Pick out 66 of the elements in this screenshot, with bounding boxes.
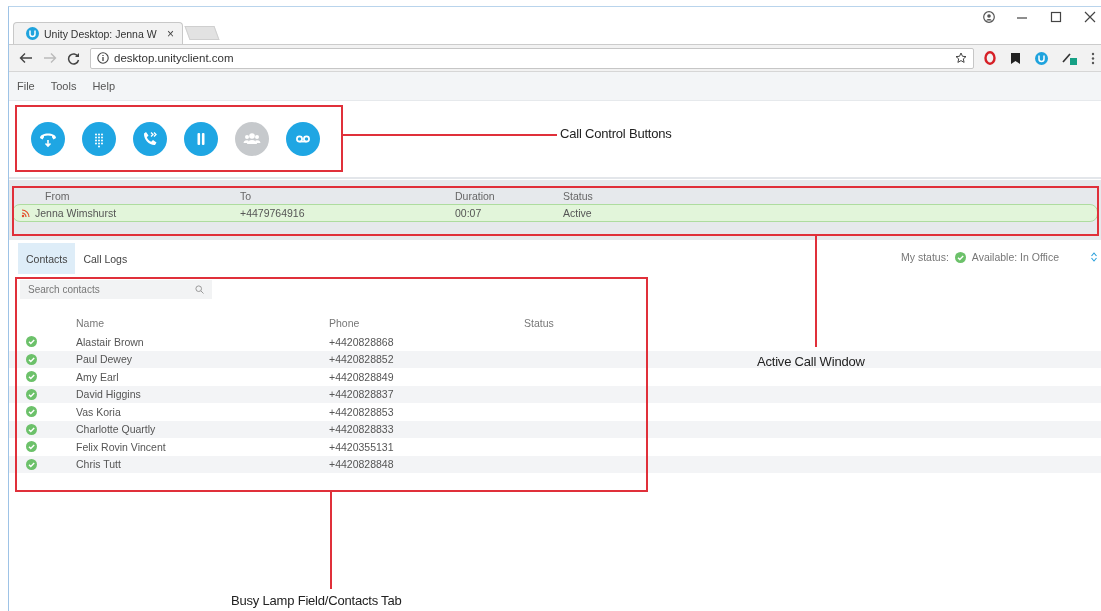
column-header: Status: [524, 317, 554, 329]
contact-phone: +4420828848: [329, 458, 394, 471]
star-icon[interactable]: [955, 52, 967, 64]
unity-extension-icon[interactable]: [1035, 51, 1048, 65]
profile-icon[interactable]: [983, 11, 995, 23]
column-header: Status: [563, 190, 594, 202]
contact-phone: +4420828833: [329, 423, 394, 436]
tab-close-button[interactable]: ×: [167, 26, 174, 41]
contact-name[interactable]: Vas Koria: [76, 405, 121, 418]
column-header: To: [240, 190, 253, 202]
menu-item[interactable]: Tools: [50, 80, 77, 92]
contact-name[interactable]: David Higgins: [76, 388, 141, 401]
menu-item[interactable]: Help: [92, 80, 116, 92]
contact-phone: +4420828868: [329, 335, 394, 348]
contact-phone: +4420828837: [329, 388, 394, 401]
column-header: Name: [76, 317, 104, 329]
contact-name[interactable]: Chris Tutt: [76, 458, 121, 471]
annotation-label: Call Control Buttons: [560, 126, 672, 141]
search-field[interactable]: Search contacts: [20, 280, 212, 299]
tab-title: Unity Desktop: Jenna W: [44, 27, 158, 40]
annotation-label: Busy Lamp Field/Contacts Tab: [231, 593, 402, 608]
contact-phone: +4420355131: [329, 440, 394, 453]
maximize-icon[interactable]: [1049, 11, 1063, 23]
up-down-arrows-icon[interactable]: [1091, 252, 1097, 262]
call-control-button[interactable]: [286, 122, 320, 156]
contact-name[interactable]: Paul Dewey: [76, 353, 133, 366]
contact-phone: +4420828852: [329, 353, 394, 366]
contact-name[interactable]: Charlotte Quartly: [76, 423, 156, 436]
status-selector[interactable]: Available: In Office: [971, 251, 1059, 263]
more-menu-icon[interactable]: [1091, 51, 1095, 65]
browser-tab[interactable]: Unity Desktop: Jenna W ×: [13, 22, 183, 44]
annotation-label: Active Call Window: [757, 354, 865, 369]
called-number: +4479764916: [240, 207, 306, 219]
contact-phone: +4420828853: [329, 405, 394, 418]
call-control-button[interactable]: [31, 122, 65, 156]
ringing-icon: [21, 208, 30, 218]
check-circle-icon: [954, 251, 966, 263]
call-control-button[interactable]: [133, 122, 167, 156]
search-icon: [195, 285, 204, 294]
contact-phone: +4420828849: [329, 370, 394, 383]
address-bar[interactable]: desktop.unityclient.com: [90, 47, 974, 69]
bookmark-icon[interactable]: [1010, 51, 1021, 65]
call-control-button[interactable]: [184, 122, 218, 156]
pen-tool-icon[interactable]: [1062, 51, 1077, 65]
contact-name[interactable]: Alastair Brown: [76, 335, 144, 348]
back-arrow-icon[interactable]: [19, 52, 33, 64]
column-header: Duration: [455, 190, 496, 202]
info-icon: [97, 52, 109, 64]
opera-icon[interactable]: [984, 51, 996, 65]
reload-icon[interactable]: [67, 51, 80, 65]
active-call-row[interactable]: Jenna Wimshurst +4479764916 00:07 Active: [12, 204, 1098, 222]
call-control-button[interactable]: [82, 122, 116, 156]
menu-item[interactable]: File: [17, 80, 35, 92]
tab[interactable]: Contacts: [18, 243, 76, 274]
column-header: From: [45, 190, 71, 202]
contact-name[interactable]: Amy Earl: [76, 370, 119, 383]
call-duration: 00:07: [455, 207, 483, 219]
unity-logo-icon: [26, 27, 39, 40]
tab[interactable]: Call Logs: [75, 243, 136, 274]
column-header: Phone: [329, 317, 360, 329]
status-label: My status:: [900, 251, 949, 263]
url-text: desktop.unityclient.com: [114, 52, 235, 64]
contact-name[interactable]: Felix Rovin Vincent: [76, 440, 166, 453]
close-icon[interactable]: [1083, 11, 1097, 23]
caller-name: Jenna Wimshurst: [35, 207, 118, 219]
call-status: Active: [563, 207, 593, 219]
